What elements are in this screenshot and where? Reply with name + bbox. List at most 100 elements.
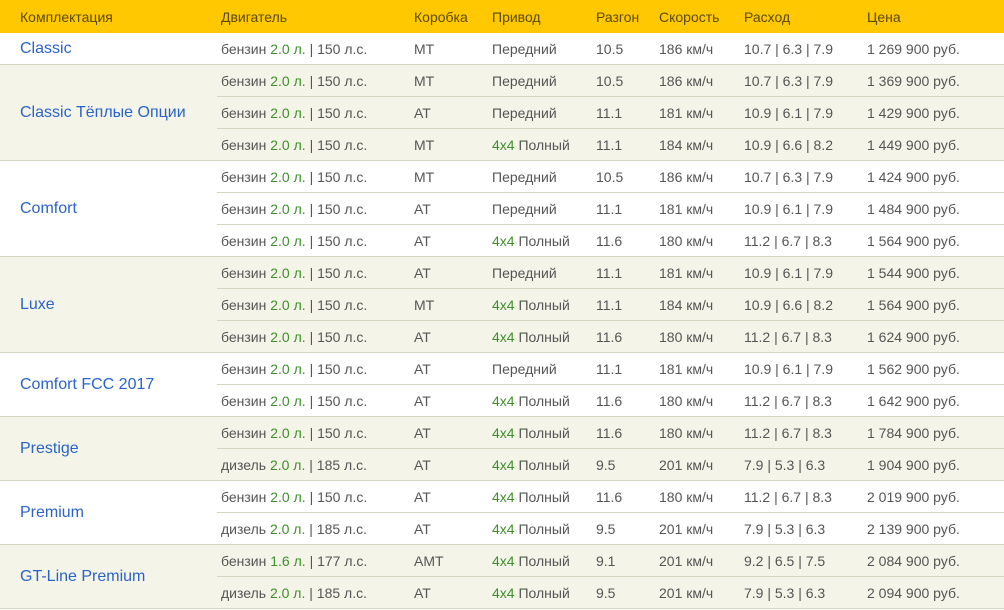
engine-volume-link[interactable]: 2.0 л. — [270, 329, 305, 345]
gearbox-cell: AT — [410, 224, 488, 257]
gearbox-cell: AT — [410, 416, 488, 449]
awd-link[interactable]: 4x4 — [492, 425, 515, 441]
awd-link[interactable]: 4x4 — [492, 489, 515, 505]
engine-power: | 150 л.с. — [309, 392, 368, 409]
gearbox-cell: AT — [410, 256, 488, 289]
header-gearbox: Коробка — [414, 8, 468, 25]
fuel-type: дизель — [221, 456, 267, 473]
price-cell: 2 139 900 руб. — [863, 512, 1004, 545]
engine-volume-link[interactable]: 2.0 л. — [270, 137, 305, 153]
speed-cell: 201 км/ч — [655, 448, 740, 481]
engine-power: | 150 л.с. — [309, 136, 368, 153]
engine-volume-link[interactable]: 2.0 л. — [270, 585, 305, 601]
acceleration-cell: 9.1 — [592, 544, 655, 577]
fuel-type: бензин — [221, 136, 267, 153]
acceleration-cell: 11.6 — [592, 320, 655, 353]
fuel-type: бензин — [221, 232, 267, 249]
awd-link[interactable]: 4x4 — [492, 521, 515, 537]
acceleration-cell: 9.5 — [592, 448, 655, 481]
engine-volume-link[interactable]: 2.0 л. — [270, 361, 305, 377]
fuel-type: бензин — [221, 360, 267, 377]
engine-volume-link[interactable]: 2.0 л. — [270, 265, 305, 281]
awd-link[interactable]: 4x4 — [492, 585, 515, 601]
engine-volume-link[interactable]: 2.0 л. — [270, 489, 305, 505]
header-drive: Привод — [492, 8, 541, 25]
engine-power: | 150 л.с. — [309, 488, 368, 505]
engine-volume-link[interactable]: 2.0 л. — [270, 169, 305, 185]
acceleration-cell: 11.6 — [592, 224, 655, 257]
awd-link[interactable]: 4x4 — [492, 393, 515, 409]
engine-cell: бензин 2.0 л. | 150 л.с. — [217, 384, 410, 417]
speed-cell: 181 км/ч — [655, 352, 740, 385]
awd-link[interactable]: 4x4 — [492, 297, 515, 313]
acceleration-cell: 11.1 — [592, 192, 655, 225]
engine-volume-link[interactable]: 2.0 л. — [270, 521, 305, 537]
header-acceleration: Разгон — [596, 8, 640, 25]
drive-type: Полный — [518, 296, 570, 313]
engine-power: | 150 л.с. — [309, 264, 368, 281]
engine-volume-link[interactable]: 2.0 л. — [270, 41, 305, 57]
price-cell: 1 424 900 руб. — [863, 160, 1004, 193]
consumption-cell: 7.9 | 5.3 | 6.3 — [740, 512, 863, 545]
engine-cell: бензин 2.0 л. | 150 л.с. — [217, 33, 410, 65]
awd-link[interactable]: 4x4 — [492, 233, 515, 249]
drive-type: Полный — [518, 424, 570, 441]
engine-cell: бензин 2.0 л. | 150 л.с. — [217, 192, 410, 225]
drive-cell: Передний — [488, 96, 592, 129]
acceleration-cell: 11.6 — [592, 416, 655, 449]
speed-cell: 201 км/ч — [655, 576, 740, 609]
trim-name-link[interactable]: Classic — [0, 33, 217, 65]
engine-volume-link[interactable]: 2.0 л. — [270, 425, 305, 441]
drive-type: Полный — [518, 552, 570, 569]
consumption-cell: 11.2 | 6.7 | 8.3 — [740, 384, 863, 417]
gearbox-cell: AT — [410, 320, 488, 353]
table-row: Luxe бензин 2.0 л. | 150 л.с. AT Передний 11… — [0, 256, 1004, 353]
engine-volume-link[interactable]: 2.0 л. — [270, 457, 305, 473]
speed-cell: 201 км/ч — [655, 512, 740, 545]
trim-name-link[interactable]: Prestige — [0, 416, 217, 481]
price-cell: 1 544 900 руб. — [863, 256, 1004, 289]
trim-name-link[interactable]: GT-Line Premium — [0, 544, 217, 609]
speed-cell: 186 км/ч — [655, 33, 740, 65]
engine-volume-link[interactable]: 2.0 л. — [270, 73, 305, 89]
acceleration-cell: 10.5 — [592, 64, 655, 97]
engine-cell: бензин 2.0 л. | 150 л.с. — [217, 352, 410, 385]
trim-name-link[interactable]: Comfort FCC 2017 — [0, 352, 217, 417]
trim-name-link[interactable]: Classic Тёплые Опции — [0, 64, 217, 161]
engine-volume-link[interactable]: 2.0 л. — [270, 105, 305, 121]
price-cell: 1 449 900 руб. — [863, 128, 1004, 161]
drive-cell: 4x4 Полный — [488, 512, 592, 545]
price-cell: 2 084 900 руб. — [863, 544, 1004, 577]
engine-volume-link[interactable]: 2.0 л. — [270, 233, 305, 249]
awd-link[interactable]: 4x4 — [492, 137, 515, 153]
engine-volume-link[interactable]: 2.0 л. — [270, 201, 305, 217]
drive-type: Полный — [518, 392, 570, 409]
trim-name-link[interactable]: Comfort — [0, 160, 217, 257]
acceleration-cell: 11.6 — [592, 480, 655, 513]
engine-volume-link[interactable]: 2.0 л. — [270, 297, 305, 313]
speed-cell: 180 км/ч — [655, 224, 740, 257]
engine-volume-link[interactable]: 2.0 л. — [270, 393, 305, 409]
table-row: Classic Тёплые Опции бензин 2.0 л. | 150 … — [0, 64, 1004, 161]
speed-cell: 180 км/ч — [655, 384, 740, 417]
drive-type: Передний — [492, 360, 557, 377]
drive-type: Передний — [492, 264, 557, 281]
engine-volume-link[interactable]: 1.6 л. — [270, 553, 305, 569]
trim-name-link[interactable]: Premium — [0, 480, 217, 545]
gearbox-cell: MT — [410, 33, 488, 65]
fuel-type: бензин — [221, 424, 267, 441]
consumption-cell: 10.7 | 6.3 | 7.9 — [740, 64, 863, 97]
drive-type: Полный — [518, 456, 570, 473]
consumption-cell: 11.2 | 6.7 | 8.3 — [740, 480, 863, 513]
acceleration-cell: 11.1 — [592, 288, 655, 321]
awd-link[interactable]: 4x4 — [492, 329, 515, 345]
awd-link[interactable]: 4x4 — [492, 553, 515, 569]
price-cell: 2 019 900 руб. — [863, 480, 1004, 513]
speed-cell: 180 км/ч — [655, 320, 740, 353]
trim-name-link[interactable]: Luxe — [0, 256, 217, 353]
engine-cell: бензин 2.0 л. | 150 л.с. — [217, 416, 410, 449]
awd-link[interactable]: 4x4 — [492, 457, 515, 473]
drive-cell: Передний — [488, 160, 592, 193]
table-row: Premium бензин 2.0 л. | 150 л.с. AT 4x4 Пол… — [0, 480, 1004, 545]
fuel-type: дизель — [221, 584, 267, 601]
